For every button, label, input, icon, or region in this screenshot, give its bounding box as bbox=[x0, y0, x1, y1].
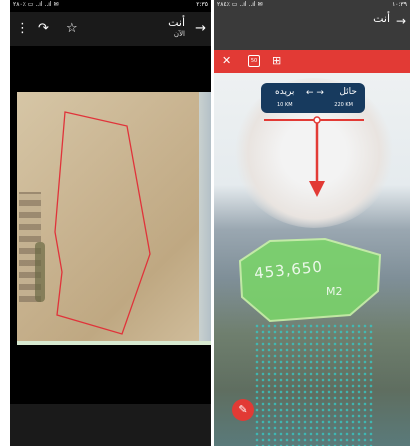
chat-title: أنت bbox=[373, 12, 390, 25]
50-box-icon[interactable]: 50 bbox=[248, 55, 260, 67]
back-arrow-icon[interactable]: → bbox=[396, 14, 406, 28]
status-indicators: ۲۸۰٪ ▭ ..ıl ..ıl ✉ bbox=[13, 1, 59, 8]
star-icon[interactable]: ☆ bbox=[66, 21, 78, 37]
status-time: ٢:٣٥ bbox=[196, 1, 208, 8]
back-arrow-icon[interactable]: → bbox=[195, 21, 206, 37]
forward-icon[interactable]: ↷ bbox=[38, 21, 49, 37]
status-time: ١٠:٣٩ bbox=[392, 1, 407, 8]
image-viewer-toolbar: ⋮ ↷ ☆ أنت الآن → bbox=[10, 12, 211, 46]
more-vert-icon[interactable]: ⋮ bbox=[16, 21, 29, 37]
sender-name: أنت bbox=[168, 16, 185, 29]
photo-bottom-strip bbox=[17, 341, 211, 345]
plot-boundary bbox=[54, 111, 151, 335]
sent-time: الآن bbox=[173, 30, 185, 38]
edit-pencil-button[interactable]: ✎ bbox=[232, 399, 254, 421]
close-icon[interactable]: ✕ bbox=[222, 54, 231, 68]
status-indicators: ٢٨٤٪ ▭ ..ıl ..ıl ✉ bbox=[217, 1, 263, 8]
bottom-bar bbox=[10, 404, 211, 446]
grid-icon[interactable]: ⊞ bbox=[272, 54, 281, 68]
editor-toolbar: ✕ 50 ⊞ bbox=[214, 50, 410, 73]
plot-area-unit: M2 bbox=[326, 285, 343, 298]
pencil-icon: ✎ bbox=[238, 403, 248, 416]
left-screenshot: ۲۸۰٪ ▭ ..ıl ..ıl ✉ ٢:٣٥ ⋮ ↷ ☆ أنت الآن → bbox=[10, 0, 211, 446]
aerial-land-photo bbox=[17, 92, 211, 345]
chat-header: ٢٨٤٪ ▭ ..ıl ..ıl ✉ ١٠:٣٩ أنت → bbox=[214, 0, 410, 50]
right-screenshot: ٢٨٤٪ ▭ ..ıl ..ıl ✉ ١٠:٣٩ أنت → ✕ 50 ⊞ حا… bbox=[214, 0, 410, 446]
status-bar: ٢٨٤٪ ▭ ..ıl ..ıl ✉ ١٠:٣٩ bbox=[214, 0, 410, 10]
status-bar: ۲۸۰٪ ▭ ..ıl ..ıl ✉ ٢:٣٥ bbox=[10, 0, 211, 10]
decorative-dots bbox=[254, 323, 374, 446]
land-3d-render: حائل ← → بريده 220 KM 10 KM 453,650 M2 ✎ bbox=[214, 73, 410, 446]
